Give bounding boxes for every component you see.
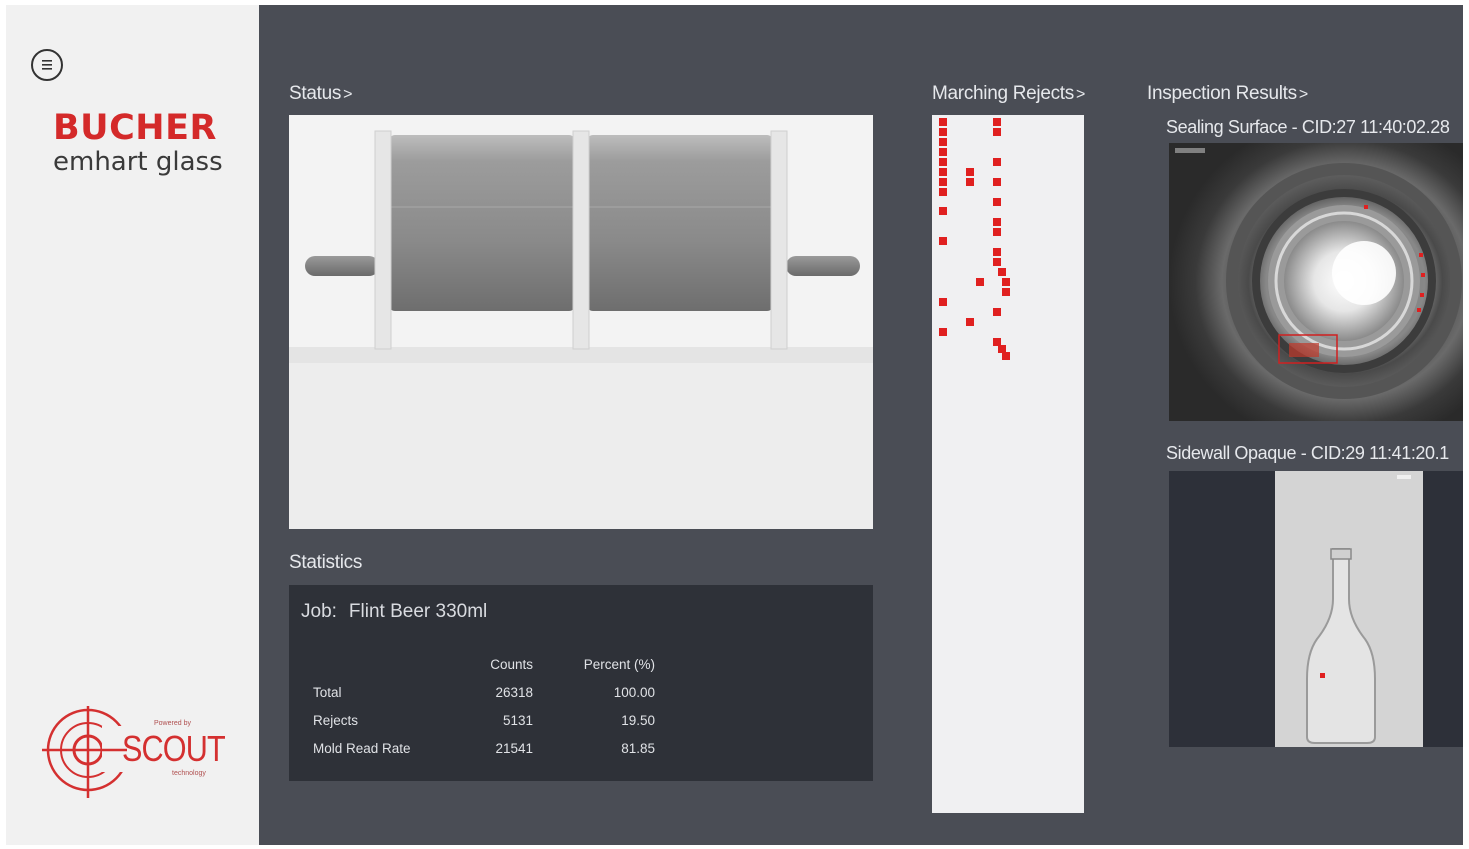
row-percent: 81.85 <box>621 741 655 756</box>
row-count: 5131 <box>502 713 533 728</box>
drum-right <box>587 135 773 311</box>
inspection-results-label: Inspection Results <box>1147 83 1297 104</box>
marching-rejects-title[interactable]: Marching Rejects > <box>932 83 1085 105</box>
chevron-right-icon: > <box>343 86 353 103</box>
reject-marker <box>993 218 1001 226</box>
machine-diagram <box>289 115 873 529</box>
scout-tech-text: technology <box>172 770 206 777</box>
inspection-results-title[interactable]: Inspection Results > <box>1147 83 1308 105</box>
reject-marker <box>939 328 947 336</box>
sealing-surface-label: Sealing Surface - CID:27 11:40:02.28 <box>1166 117 1450 137</box>
reject-marker <box>966 318 974 326</box>
chevron-right-icon: > <box>1298 86 1308 103</box>
row-count: 21541 <box>495 741 533 756</box>
reject-marker <box>993 248 1001 256</box>
reject-marker <box>939 118 947 126</box>
reject-marker <box>993 258 1001 266</box>
reject-marker <box>998 345 1006 353</box>
reject-marker <box>939 188 947 196</box>
reject-marker <box>993 228 1001 236</box>
reject-marker <box>1002 288 1010 296</box>
sidebar: BUCHER emhart glass Powered by SCOUT tec… <box>6 5 259 845</box>
sealing-surface-image[interactable] <box>1169 143 1463 421</box>
reject-marker <box>966 178 974 186</box>
reject-marker <box>993 308 1001 316</box>
status-title-label: Status <box>289 83 342 104</box>
sidewall-opaque-image[interactable] <box>1169 471 1463 747</box>
right-arm <box>786 256 860 276</box>
reject-marker <box>939 138 947 146</box>
scout-logo: Powered by SCOUT technology <box>42 698 232 803</box>
reject-marker <box>998 268 1006 276</box>
row-percent: 19.50 <box>621 713 655 728</box>
reject-marker <box>939 148 947 156</box>
menu-button[interactable] <box>31 49 63 81</box>
reject-marker <box>993 338 1001 346</box>
job-line: Job: Flint Beer 330ml <box>301 601 487 623</box>
brand-logo-bucher: BUCHER <box>53 108 217 148</box>
marching-rejects-grid <box>939 118 1010 360</box>
reject-marker <box>939 178 947 186</box>
header-percent: Percent (%) <box>583 657 655 672</box>
row-count: 26318 <box>495 685 533 700</box>
sealing-surface-inspection-image <box>1169 143 1463 421</box>
reject-marker <box>939 298 947 306</box>
defect-marker <box>1320 673 1325 678</box>
sidewall-opaque-label: Sidewall Opaque - CID:29 11:41:20.1 <box>1166 443 1449 463</box>
brand-logo-emhart: emhart glass <box>53 147 223 177</box>
reject-marker <box>976 278 984 286</box>
reject-marker <box>939 237 947 245</box>
row-percent: 100.00 <box>613 685 655 700</box>
status-panel <box>289 115 873 529</box>
header-counts: Counts <box>490 657 533 672</box>
reject-marker <box>966 168 974 176</box>
reject-marker <box>939 128 947 136</box>
statistics-title: Statistics <box>289 552 363 573</box>
reject-marker <box>993 158 1001 166</box>
reject-marker <box>1002 278 1010 286</box>
reject-marker <box>993 118 1001 126</box>
reject-marker <box>993 128 1001 136</box>
reject-marker <box>939 168 947 176</box>
marching-rejects-label: Marching Rejects <box>932 83 1074 104</box>
scout-powered-text: Powered by <box>154 720 191 727</box>
app-window: BUCHER emhart glass Powered by SCOUT tec… <box>6 5 1463 845</box>
row-label: Mold Read Rate <box>313 741 411 756</box>
left-arm <box>305 256 379 276</box>
statistics-panel: Job: Flint Beer 330ml Counts Percent (%) … <box>289 585 873 781</box>
reject-marker <box>939 207 947 215</box>
job-value: Flint Beer 330ml <box>348 601 488 622</box>
job-label: Job: <box>301 601 337 622</box>
menu-icon <box>42 60 52 70</box>
drum-left <box>389 135 575 311</box>
chevron-right-icon: > <box>1075 86 1086 103</box>
status-title[interactable]: Status > <box>289 83 352 105</box>
sidewall-opaque-inspection-image <box>1275 471 1423 747</box>
marching-rejects-panel <box>932 115 1084 813</box>
row-label: Rejects <box>313 713 359 728</box>
reject-marker <box>993 178 1001 186</box>
reject-marker <box>939 158 947 166</box>
scout-wordmark: SCOUT <box>122 728 226 769</box>
reject-marker <box>993 198 1001 206</box>
reject-marker <box>1002 352 1010 360</box>
row-label: Total <box>313 685 342 700</box>
